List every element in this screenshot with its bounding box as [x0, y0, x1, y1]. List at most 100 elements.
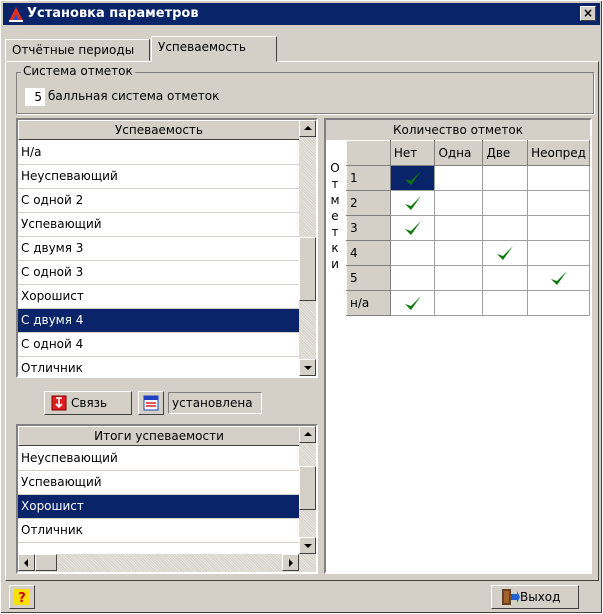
grid-cell[interactable] [434, 240, 484, 266]
performance-scrollbar[interactable] [299, 120, 316, 376]
grid-cell[interactable] [527, 190, 590, 216]
grid-cell[interactable] [434, 290, 484, 316]
scroll-thumb[interactable] [299, 237, 316, 301]
close-button[interactable]: × [580, 6, 596, 21]
side-label-letter: т [331, 225, 339, 239]
list-item[interactable]: Неуспевающий [18, 165, 299, 189]
list-item[interactable]: Успевающий [18, 471, 299, 495]
arrow-right-icon [289, 559, 293, 567]
window-title: Установка параметров [27, 6, 199, 21]
scroll-right-button[interactable] [282, 554, 299, 571]
list-item[interactable]: Н/а [18, 141, 299, 165]
performance-list-header[interactable]: Успеваемость [18, 120, 300, 140]
list-item[interactable]: С одной 2 [18, 189, 299, 213]
help-button[interactable]: ? [9, 585, 35, 609]
check-icon [404, 221, 421, 235]
grid-cell[interactable] [482, 290, 529, 316]
footer-bar: ? Выход [5, 585, 599, 611]
summary-list: Итоги успеваемости Неуспевающий Успевающи… [16, 424, 318, 574]
list-item[interactable]: Отличник [18, 357, 299, 376]
exit-button-label: Выход [520, 590, 561, 604]
side-label-letter: О [330, 161, 340, 175]
title-bar[interactable]: Установка параметров × [3, 3, 600, 25]
grid-cell[interactable] [482, 165, 529, 191]
grid-row-header: 1 [346, 165, 391, 191]
grid-row: н/а [346, 290, 590, 316]
side-label-letter: и [331, 257, 339, 271]
scroll-down-button[interactable] [299, 537, 316, 554]
list-item[interactable]: С двумя 3 [18, 237, 299, 261]
scroll-down-button[interactable] [299, 359, 316, 376]
grading-scale-description: балльная система отметок [48, 89, 220, 103]
side-label-letter: м [330, 193, 340, 207]
link-button[interactable]: Связь [44, 391, 132, 415]
grid-cell[interactable] [389, 240, 436, 266]
tab-performance[interactable]: Успеваемость [151, 36, 277, 62]
summary-list-header[interactable]: Итоги успеваемости [18, 426, 300, 446]
hscroll-thumb[interactable] [35, 554, 57, 571]
side-label-letter: т [331, 177, 339, 191]
grid-row-header: 3 [346, 215, 391, 241]
check-icon [550, 271, 567, 285]
grid-cell[interactable] [389, 190, 436, 216]
grid-row: 2 [346, 190, 590, 216]
scroll-thumb[interactable] [299, 466, 316, 510]
help-icon: ? [14, 589, 30, 605]
grid-column-header: Неопред [527, 140, 590, 166]
check-icon [404, 296, 421, 310]
arrow-up-icon [304, 432, 312, 436]
grid-corner [346, 140, 391, 166]
grid-cell[interactable] [527, 265, 590, 291]
grid-row: 1 [346, 165, 590, 191]
list-item[interactable]: С двумя 4 [18, 309, 299, 333]
close-icon: × [582, 6, 594, 20]
grid-cell[interactable] [434, 215, 484, 241]
arrow-left-icon [24, 559, 28, 567]
scroll-left-button[interactable] [18, 554, 35, 571]
grid-cell[interactable] [527, 165, 590, 191]
exit-button[interactable]: Выход [491, 585, 579, 609]
grid-row-header: 4 [346, 240, 391, 266]
list-item[interactable]: Хорошист [18, 285, 299, 309]
grid-cell[interactable] [389, 215, 436, 241]
check-icon [404, 196, 421, 210]
grid-cell[interactable] [389, 165, 436, 191]
svg-text:?: ? [18, 591, 26, 605]
list-item[interactable]: Отличник [18, 519, 299, 543]
list-item[interactable]: Неуспевающий [18, 447, 299, 471]
grid-cell[interactable] [434, 265, 484, 291]
tab-label: Успеваемость [158, 40, 247, 54]
grid-cell[interactable] [527, 215, 590, 241]
grid-cell[interactable] [482, 240, 529, 266]
grid-cell[interactable] [527, 290, 590, 316]
grid-cell[interactable] [482, 215, 529, 241]
list-item[interactable]: Хорошист [18, 495, 299, 519]
grid-cell[interactable] [482, 190, 529, 216]
grid-row-header: 2 [346, 190, 391, 216]
grid-cell[interactable] [434, 165, 484, 191]
summary-hscrollbar[interactable] [18, 554, 316, 572]
grid-cell[interactable] [389, 290, 436, 316]
grid-column-header: Две [482, 140, 529, 166]
app-icon [9, 7, 23, 22]
check-icon [497, 246, 514, 260]
grades-grid: Нет Одна Две Неопред 1 2 3 4 5 н/а [346, 140, 590, 316]
grid-cell[interactable] [434, 190, 484, 216]
summary-vscrollbar[interactable] [299, 426, 316, 554]
list-item[interactable]: С одной 4 [18, 333, 299, 357]
grid-row: 5 [346, 265, 590, 291]
list-item[interactable]: Успевающий [18, 213, 299, 237]
scroll-up-button[interactable] [299, 426, 316, 443]
link-icon [51, 395, 67, 411]
list-item[interactable]: С одной 3 [18, 261, 299, 285]
tab-reporting-periods[interactable]: Отчётные периоды [5, 39, 150, 61]
grid-cell[interactable] [527, 240, 590, 266]
grading-scale-field[interactable]: 5 [25, 88, 45, 106]
grid-cell[interactable] [482, 265, 529, 291]
arrow-up-icon [304, 126, 312, 130]
grid-cell[interactable] [389, 265, 436, 291]
scroll-up-button[interactable] [299, 120, 316, 137]
link-status-button[interactable] [138, 391, 164, 415]
table-link-icon [143, 395, 159, 411]
grades-grid-panel: Количество отметок Отметки Нет Одна Две Нео… [324, 118, 592, 574]
